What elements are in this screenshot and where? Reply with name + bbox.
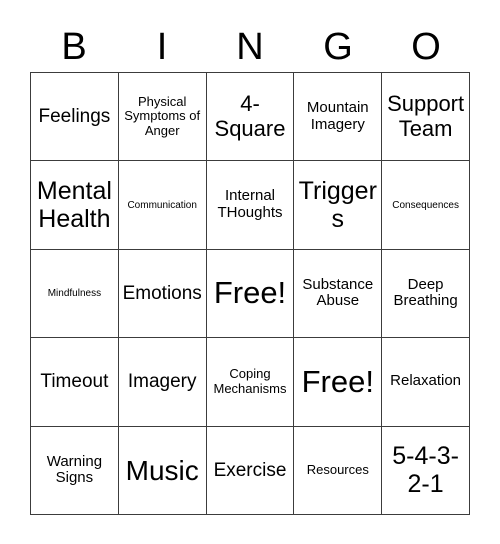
bingo-cell-label: Consequences <box>392 199 459 211</box>
bingo-cell-label: Feelings <box>38 106 111 128</box>
bingo-cell[interactable]: Relaxation <box>382 338 470 427</box>
bingo-cell-label: Emotions <box>122 282 202 304</box>
bingo-cell[interactable]: Timeout <box>31 338 119 427</box>
bingo-cell-label: Deep Breathing <box>393 275 458 310</box>
bingo-card: B I N G O Feelings Physical Symptoms of A… <box>0 0 500 544</box>
bingo-cell-label: Substance Abuse <box>302 275 374 310</box>
bingo-cell-free[interactable]: Free! <box>206 249 295 339</box>
header-letter-n: N <box>236 26 264 68</box>
bingo-cell[interactable]: Substance Abuse <box>294 249 383 339</box>
bingo-cell-label: Support Team <box>387 91 465 141</box>
bingo-cell-label: Triggers <box>298 177 377 234</box>
bingo-header-row: B I N G O <box>30 22 470 72</box>
bingo-cell[interactable]: Mental Health <box>31 161 119 250</box>
bingo-cell-label: Music <box>125 454 199 486</box>
bingo-cell-label: Timeout <box>40 371 109 393</box>
bingo-cell[interactable]: Emotions <box>118 249 207 339</box>
header-letter-g: G <box>323 26 353 68</box>
bingo-cell[interactable]: Internal THoughts <box>206 161 295 250</box>
bingo-cell[interactable]: Deep Breathing <box>382 249 470 339</box>
bingo-cell[interactable]: 5-4-3-2-1 <box>382 426 470 515</box>
bingo-cell-free[interactable]: Free! <box>294 338 383 427</box>
header-letter-b: B <box>61 26 87 68</box>
bingo-cell[interactable]: Support Team <box>382 73 470 162</box>
bingo-cell-label: Mindfulness <box>47 287 102 299</box>
bingo-cell-label: Imagery <box>127 371 197 393</box>
bingo-cell[interactable]: Communication <box>118 161 207 250</box>
bingo-cell-label: 4-Square <box>214 91 286 141</box>
bingo-cell[interactable]: Coping Mechanisms <box>206 338 295 427</box>
bingo-cell-label: Free! <box>213 275 287 311</box>
bingo-cell-label: Mountain Imagery <box>306 98 369 133</box>
bingo-cell-label: Mental Health <box>36 177 112 234</box>
bingo-cell-label: Physical Symptoms of Anger <box>124 93 201 138</box>
bingo-cell[interactable]: Imagery <box>118 338 207 427</box>
header-letter-o: O <box>411 26 441 68</box>
bingo-cell-label: 5-4-3-2-1 <box>392 442 459 499</box>
bingo-cell-label: Coping Mechanisms <box>213 366 287 396</box>
bingo-cell[interactable]: Mountain Imagery <box>294 73 383 162</box>
bingo-cell[interactable]: Music <box>118 426 207 515</box>
bingo-cell[interactable]: Triggers <box>294 161 383 250</box>
bingo-cell[interactable]: Mindfulness <box>31 249 119 339</box>
bingo-cell[interactable]: 4-Square <box>206 73 295 162</box>
bingo-cell[interactable]: Exercise <box>206 426 295 515</box>
bingo-cell-label: Internal THoughts <box>217 187 283 222</box>
bingo-cell-label: Resources <box>306 462 369 478</box>
bingo-cell-label: Relaxation <box>390 372 462 390</box>
bingo-cell[interactable]: Warning Signs <box>31 426 119 515</box>
bingo-cell-label: Communication <box>127 199 197 211</box>
bingo-cell[interactable]: Feelings <box>31 73 119 162</box>
bingo-cell-label: Warning Signs <box>46 452 103 487</box>
bingo-grid: Feelings Physical Symptoms of Anger 4-Squa… <box>30 72 470 515</box>
bingo-cell[interactable]: Consequences <box>382 161 470 250</box>
bingo-cell-label: Exercise <box>213 459 287 481</box>
header-letter-i: I <box>156 26 168 68</box>
bingo-cell-label: Free! <box>301 363 374 399</box>
bingo-cell[interactable]: Resources <box>294 426 383 515</box>
bingo-cell[interactable]: Physical Symptoms of Anger <box>118 73 207 162</box>
